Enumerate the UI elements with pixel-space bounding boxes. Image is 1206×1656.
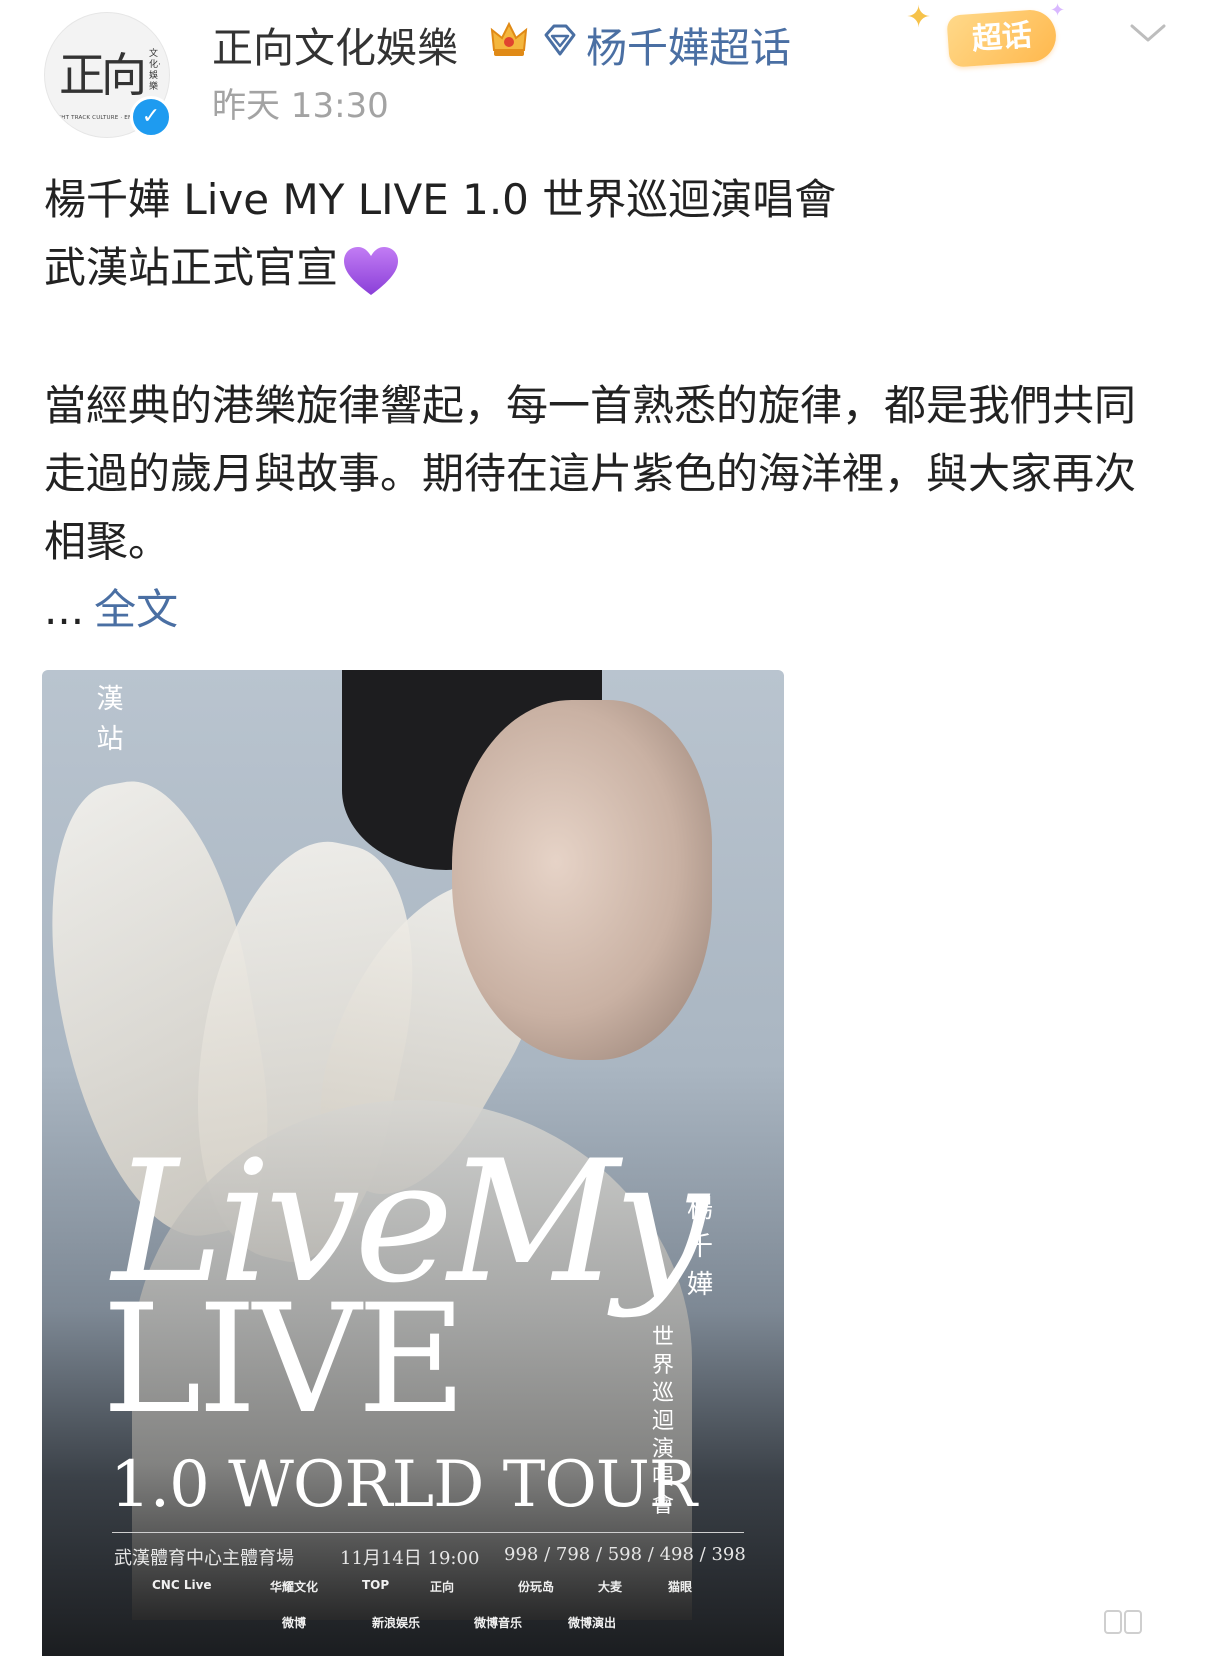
purple-heart-icon xyxy=(344,246,399,295)
author-name[interactable]: 正向文化娛樂 xyxy=(212,14,458,74)
post-body: 當經典的港樂旋律響起，每一首熟悉的旋律，都是我們共同走過的歲月與故事。期待在這片… xyxy=(44,381,1137,566)
sponsor-logo: 大麦 xyxy=(598,1580,623,1594)
sparkle-icon: ✦ xyxy=(906,0,932,35)
portrait-face xyxy=(452,700,712,1060)
avatar-logo-text: 正向 xyxy=(59,48,147,102)
topic-link[interactable]: 杨千嬅超话 xyxy=(586,14,791,74)
sponsor-logo: TOP xyxy=(362,1578,390,1592)
post-title-line-2: 武漢站正式官宣 xyxy=(44,243,339,292)
poster-singer-name: 楊千嬅 xyxy=(686,1194,713,1300)
post-title-line-2-container: 武漢站正式官宣 xyxy=(44,234,1174,302)
full-text-link[interactable]: 全文 xyxy=(94,585,178,634)
poster-station: 漢站 xyxy=(96,684,124,755)
chevron-down-icon[interactable] xyxy=(1128,18,1168,48)
post-time: 昨天 13:30 xyxy=(212,86,389,126)
poster-sponsor-logos: CNC Live 华耀文化 TOP 正向 份玩岛 大麦 猫眼 微博 新浪娱乐 微… xyxy=(112,1578,752,1648)
sponsor-logo: 正向 xyxy=(430,1580,455,1594)
image-pager-icon[interactable] xyxy=(1104,1610,1142,1634)
poster-date: 11月14日 19:00 xyxy=(340,1548,480,1569)
sponsor-logo: 微博演出 xyxy=(568,1616,617,1630)
ellipsis: ... xyxy=(44,585,85,634)
poster-divider xyxy=(112,1532,744,1533)
poster-title-line-2: LIVE xyxy=(102,1273,467,1447)
sponsor-logo: 华耀文化 xyxy=(270,1580,319,1594)
poster-tour: 1.0 WORLD TOUR xyxy=(110,1448,697,1522)
full-text-row: ... 全文 xyxy=(44,576,178,637)
sponsor-logo: 微博 xyxy=(282,1616,307,1630)
post-header: 正向 文化·娛樂 RIGHT TRACK CULTURE · ENTER ✓ 正… xyxy=(0,0,1206,150)
post-title-line-1: 楊千嬅 Live MY LIVE 1.0 世界巡迴演唱會 xyxy=(44,175,837,224)
crown-icon xyxy=(490,21,528,56)
sponsor-logo: CNC Live xyxy=(152,1578,212,1592)
sponsor-logo: 猫眼 xyxy=(668,1580,693,1594)
super-topic-badge[interactable]: 超话 xyxy=(946,8,1058,68)
sponsor-logo: 份玩岛 xyxy=(518,1580,555,1594)
sponsor-logo: 新浪娱乐 xyxy=(372,1616,421,1630)
post-image[interactable]: 漢站 LiveMy LIVE 楊千嬅 世界巡迴演唱會 1.0 WORLD TOU… xyxy=(42,670,784,1656)
sparkle-icon: ✦ xyxy=(1050,0,1066,21)
verified-icon: ✓ xyxy=(130,96,172,138)
poster-venue: 武漢體育中心主體育場 xyxy=(114,1548,294,1569)
poster-title-line-1: LiveMy xyxy=(112,1124,709,1320)
avatar-logo-side-text: 文化·娛樂 xyxy=(149,49,161,92)
post-title: 楊千嬅 Live MY LIVE 1.0 世界巡迴演唱會 武漢站正式官宣 xyxy=(44,166,1174,302)
poster-prices: 998 / 798 / 598 / 498 / 398 xyxy=(504,1544,746,1565)
diamond-icon xyxy=(544,24,576,56)
sponsor-logo: 微博音乐 xyxy=(474,1616,523,1630)
